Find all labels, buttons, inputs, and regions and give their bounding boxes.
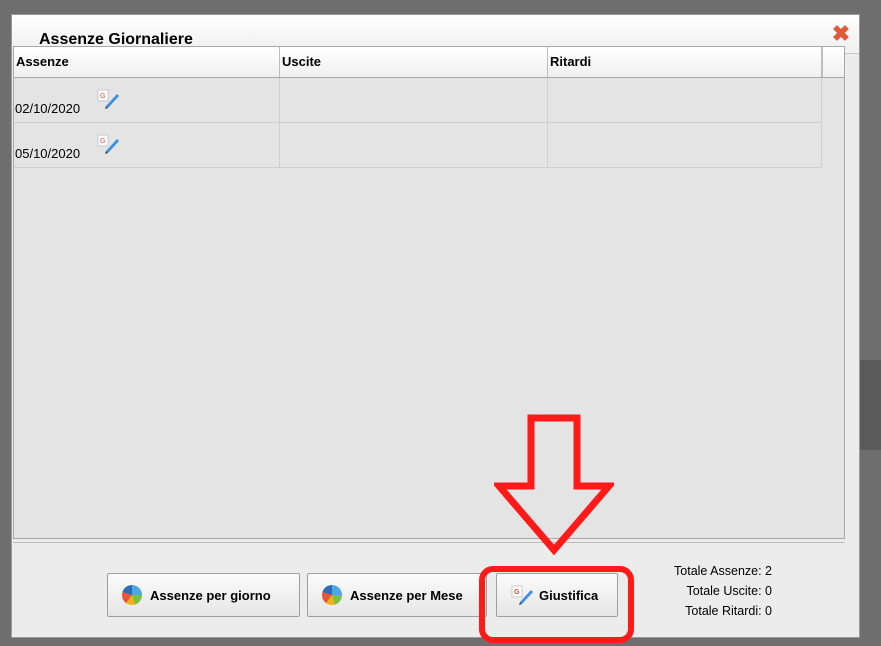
column-header-uscite[interactable]: Uscite (280, 47, 548, 77)
pie-chart-icon (122, 585, 142, 605)
absence-date: 05/10/2020 (15, 146, 81, 161)
close-icon[interactable]: ✖ (831, 23, 851, 45)
button-label: Assenze per giorno (150, 587, 271, 603)
cell-assenze: 05/10/2020 G (14, 123, 280, 167)
svg-text:G: G (100, 138, 105, 145)
cell-assenze: 02/10/2020 G (14, 78, 280, 122)
table-header: Assenze Uscite Ritardi (14, 47, 844, 78)
justify-edit-icon[interactable]: G (97, 134, 121, 154)
cell-ritardi (548, 78, 822, 122)
totals-panel: Totale Assenze: 2 Totale Uscite: 0 Total… (674, 561, 772, 621)
pie-chart-icon (322, 585, 342, 605)
totale-uscite: Totale Uscite: 0 (686, 584, 772, 598)
totale-assenze: Totale Assenze: 2 (674, 564, 772, 578)
header-corner (822, 47, 844, 77)
column-header-assenze[interactable]: Assenze (14, 47, 280, 77)
footer-divider (13, 542, 845, 543)
column-header-ritardi[interactable]: Ritardi (548, 47, 822, 77)
svg-text:G: G (100, 93, 105, 100)
annotation-down-arrow (494, 414, 614, 556)
assenze-per-giorno-button[interactable]: Assenze per giorno (107, 573, 300, 617)
assenze-per-mese-button[interactable]: Assenze per Mese (307, 573, 487, 617)
totale-ritardi: Totale Ritardi: 0 (685, 604, 772, 618)
absences-table: Assenze Uscite Ritardi 02/10/2020 G 05/1… (13, 46, 845, 539)
cell-uscite (280, 78, 548, 122)
annotation-highlight-box (479, 566, 634, 643)
table-row[interactable]: 05/10/2020 G (14, 123, 822, 168)
justify-edit-icon[interactable]: G (97, 89, 121, 109)
cell-uscite (280, 123, 548, 167)
table-row[interactable]: 02/10/2020 G (14, 78, 822, 123)
cell-ritardi (548, 123, 822, 167)
button-label: Assenze per Mese (350, 587, 463, 603)
absence-date: 02/10/2020 (15, 101, 81, 116)
